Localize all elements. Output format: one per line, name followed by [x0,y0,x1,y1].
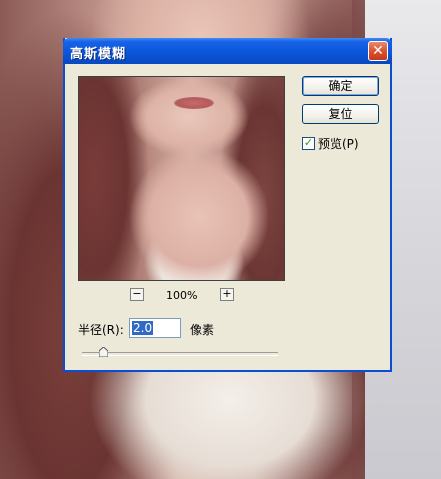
preview-image-detail [174,97,214,109]
checkmark-icon: ✓ [303,136,314,149]
preview-checkbox-label[interactable]: 预览(P) [318,135,359,152]
gaussian-blur-dialog: 高斯模糊 ✕ − 100% + 确定 复位 ✓ 预览(P) 半径(R): 2.0… [63,38,392,372]
preview-pane[interactable] [78,76,285,281]
close-icon: ✕ [372,43,384,59]
radius-slider-track[interactable] [82,352,278,356]
preview-checkbox[interactable]: ✓ [302,137,315,150]
zoom-out-button[interactable]: − [130,288,144,301]
ok-button[interactable]: 确定 [302,76,379,96]
minus-icon: − [132,287,142,300]
title-bar[interactable]: 高斯模糊 ✕ [63,38,392,64]
radius-label: 半径(R): [78,323,124,337]
plus-icon: + [222,287,232,300]
radius-value: 2.0 [132,321,154,335]
radius-slider-thumb[interactable] [99,347,108,357]
reset-button[interactable]: 复位 [302,104,379,124]
zoom-level: 100% [166,289,198,302]
zoom-in-button[interactable]: + [220,288,234,301]
close-button[interactable]: ✕ [368,41,388,61]
radius-unit: 像素 [190,323,215,337]
dialog-title: 高斯模糊 [70,47,127,62]
radius-input[interactable]: 2.0 [129,318,181,338]
